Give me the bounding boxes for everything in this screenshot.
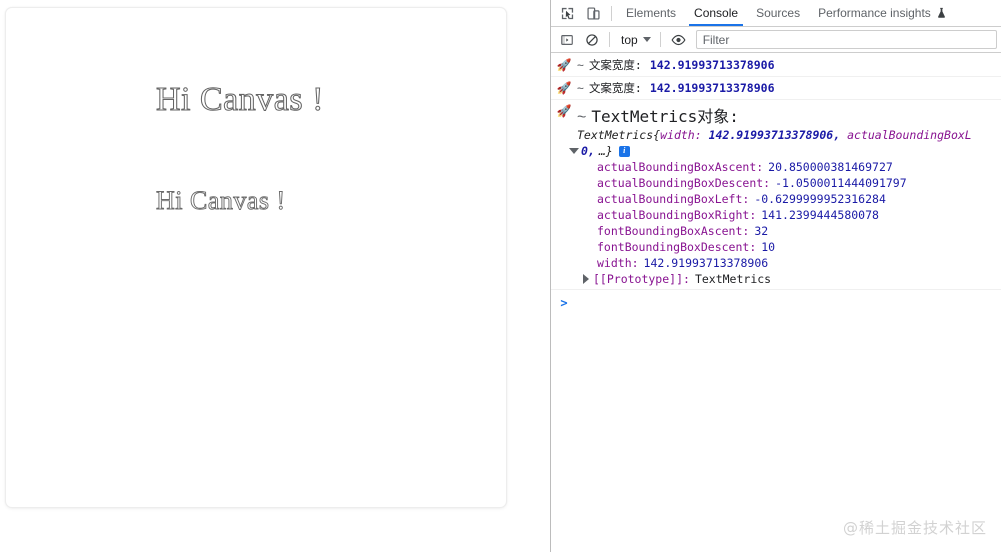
- object-property-row[interactable]: actualBoundingBoxAscent: 20.8500003814697…: [551, 159, 1001, 175]
- tab-sources-label: Sources: [756, 6, 801, 20]
- property-key: actualBoundingBoxDescent:: [597, 176, 771, 190]
- object-log-header: 🚀 ~ TextMetrics对象:: [551, 100, 1001, 127]
- console-sidebar-icon[interactable]: [554, 28, 579, 52]
- clear-console-icon[interactable]: [579, 28, 604, 52]
- rocket-icon: 🚀: [556, 104, 572, 118]
- device-toolbar-icon[interactable]: [580, 0, 606, 26]
- devtools-tabbar: Elements Console Sources Performance ins…: [551, 0, 1001, 27]
- console-prompt[interactable]: >: [551, 290, 1001, 312]
- console-toolbar: top: [551, 27, 1001, 53]
- prototype-value: TextMetrics: [694, 272, 772, 286]
- tab-console[interactable]: Console: [685, 0, 747, 26]
- log-value: 142.91993713378906: [649, 81, 775, 95]
- info-icon[interactable]: i: [618, 145, 630, 157]
- log-label: TextMetrics对象:: [591, 107, 739, 126]
- property-key: actualBoundingBoxAscent:: [597, 160, 764, 174]
- log-separator: ~: [577, 58, 584, 72]
- rocket-icon: 🚀: [556, 81, 572, 95]
- object-preview-value: 142.91993713378906,: [708, 128, 841, 142]
- property-key: fontBoundingBoxAscent:: [597, 224, 750, 238]
- object-prototype-row[interactable]: [[Prototype]]: TextMetrics: [551, 271, 1001, 287]
- rocket-icon: 🚀: [556, 58, 572, 72]
- object-property-row[interactable]: actualBoundingBoxRight: 141.2399444580078: [551, 207, 1001, 223]
- object-property-row[interactable]: fontBoundingBoxDescent: 10: [551, 239, 1001, 255]
- log-separator: ~: [577, 81, 584, 95]
- property-value: 20.850000381469727: [768, 160, 893, 174]
- tab-sources[interactable]: Sources: [747, 0, 809, 26]
- log-separator: ~: [577, 109, 587, 126]
- canvas-stroke-text-large: Hi Canvas !: [155, 80, 324, 118]
- log-label: 文案宽度:: [588, 81, 642, 95]
- chevron-down-icon: [642, 37, 651, 42]
- html-canvas-element[interactable]: Hi Canvas ! Hi Canvas !: [5, 7, 507, 508]
- console-message-list[interactable]: 🚀 ~ 文案宽度: 142.91993713378906 🚀 ~ 文案宽度: 142.9…: [551, 54, 1001, 552]
- inspect-element-icon[interactable]: [554, 0, 580, 26]
- property-key: actualBoundingBoxLeft:: [597, 192, 750, 206]
- object-property-row[interactable]: fontBoundingBoxAscent: 32: [551, 223, 1001, 239]
- property-key: width:: [597, 256, 639, 270]
- object-constructor-name: TextMetrics: [577, 128, 654, 142]
- console-filter-input[interactable]: [695, 30, 997, 49]
- devtools-pane-divider[interactable]: [550, 0, 551, 552]
- devtools-panel: Elements Console Sources Performance ins…: [551, 0, 1001, 552]
- object-property-row[interactable]: actualBoundingBoxDescent: -1.050001144409…: [551, 175, 1001, 191]
- console-toolbar-divider-2: [659, 32, 661, 47]
- console-toolbar-divider-1: [609, 32, 610, 47]
- prototype-key: [[Prototype]]:: [593, 272, 690, 286]
- property-value: 32: [754, 224, 769, 238]
- property-value: 142.91993713378906: [643, 256, 769, 270]
- object-preview-key: width:: [660, 128, 702, 142]
- object-log-label-body: ~ TextMetrics对象:: [577, 103, 1001, 127]
- tab-elements-label: Elements: [626, 6, 677, 20]
- expand-triangle-icon[interactable]: [569, 148, 579, 154]
- canvas-stroke-text-small: Hi Canvas !: [156, 186, 286, 216]
- prompt-chevron-icon: >: [560, 296, 568, 310]
- console-log-body: ~ 文案宽度: 142.91993713378906: [577, 80, 1001, 96]
- object-preview-second-value: 0,: [581, 144, 595, 158]
- toolbar-divider: [611, 5, 612, 21]
- property-value: -0.6299999952316284: [754, 192, 886, 206]
- tab-console-label: Console: [694, 6, 739, 20]
- object-preview-ellipsis: …}: [598, 144, 613, 158]
- property-key: fontBoundingBoxDescent:: [597, 240, 757, 254]
- log-value: 142.91993713378906: [649, 58, 775, 72]
- property-value: 141.2399444580078: [761, 208, 879, 222]
- property-key: actualBoundingBoxRight:: [597, 208, 757, 222]
- tab-elements[interactable]: Elements: [617, 0, 685, 26]
- console-context-label: top: [621, 32, 638, 47]
- property-value: 10: [761, 240, 776, 254]
- flask-icon: [936, 7, 947, 19]
- object-property-row[interactable]: actualBoundingBoxLeft: -0.629999995231628…: [551, 191, 1001, 207]
- tab-performance-insights[interactable]: Performance insights: [809, 0, 956, 26]
- tab-performance-insights-label: Performance insights: [818, 6, 931, 20]
- live-expression-eye-icon[interactable]: [666, 28, 691, 52]
- page-viewport: Hi Canvas ! Hi Canvas !: [0, 0, 551, 552]
- console-object-log-row[interactable]: 🚀 ~ TextMetrics对象: TextMetrics{width: 142…: [551, 100, 1001, 290]
- object-preview-line: TextMetrics{width: 142.91993713378906, a…: [551, 127, 1001, 143]
- console-log-body: ~ 文案宽度: 142.91993713378906: [577, 57, 1001, 73]
- object-preview-second-line: 0, …} i: [551, 143, 1001, 159]
- console-log-row[interactable]: 🚀 ~ 文案宽度: 142.91993713378906: [551, 54, 1001, 77]
- console-prompt-input[interactable]: [577, 296, 1001, 312]
- screenshot-root: Hi Canvas ! Hi Canvas ! Elements Console…: [0, 0, 1001, 552]
- console-log-row[interactable]: 🚀 ~ 文案宽度: 142.91993713378906: [551, 77, 1001, 100]
- log-label: 文案宽度:: [588, 58, 642, 72]
- collapse-triangle-icon[interactable]: [583, 274, 589, 284]
- object-preview-trailing-key: actualBoundingBoxL: [847, 128, 972, 142]
- property-value: -1.0500011444091797: [775, 176, 907, 190]
- console-context-selector[interactable]: top: [615, 30, 655, 50]
- object-property-row[interactable]: width: 142.91993713378906: [551, 255, 1001, 271]
